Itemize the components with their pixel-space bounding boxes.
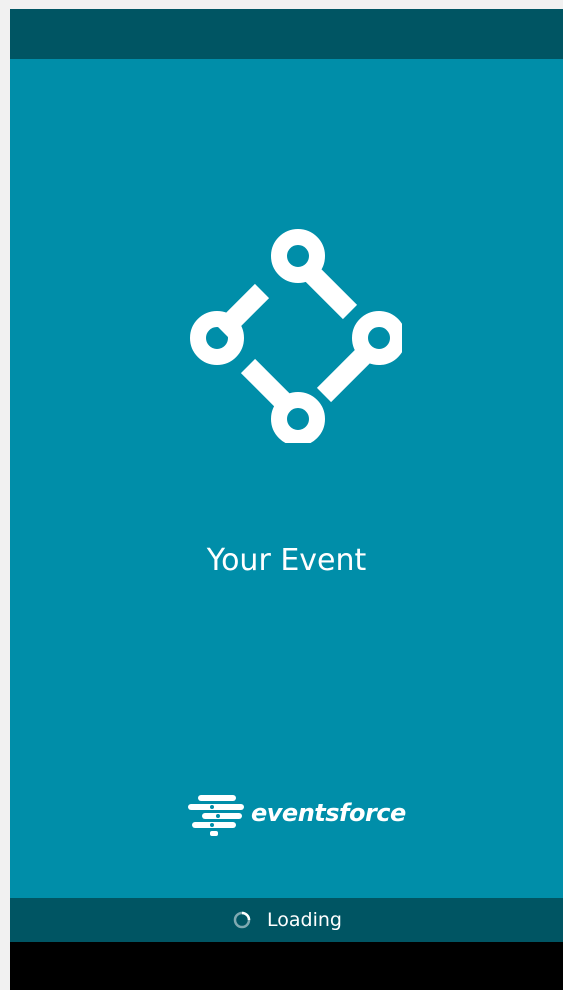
network-nodes-icon bbox=[190, 229, 402, 443]
navigation-bar bbox=[10, 942, 563, 990]
logo-link-right-bottom bbox=[316, 347, 372, 403]
logo-node-bottom bbox=[271, 392, 325, 443]
event-name: Your Event bbox=[206, 543, 367, 578]
brand-name: eventsforce bbox=[251, 799, 406, 827]
splash-screen: Your Event eventsforce bbox=[10, 59, 563, 898]
eventsforce-logo-icon bbox=[188, 795, 244, 836]
status-bar bbox=[10, 9, 563, 59]
logo-node-right bbox=[352, 311, 402, 365]
logo-node-left bbox=[190, 311, 244, 365]
loading-text: Loading bbox=[267, 909, 342, 931]
loading-bar: Loading bbox=[10, 898, 563, 942]
loading-spinner-icon bbox=[233, 911, 251, 929]
logo-node-top bbox=[271, 229, 325, 283]
device-screen: Your Event eventsforce Loading bbox=[10, 9, 563, 990]
logo-link-top-right bbox=[302, 264, 358, 320]
brand-logo: eventsforce bbox=[188, 793, 406, 837]
